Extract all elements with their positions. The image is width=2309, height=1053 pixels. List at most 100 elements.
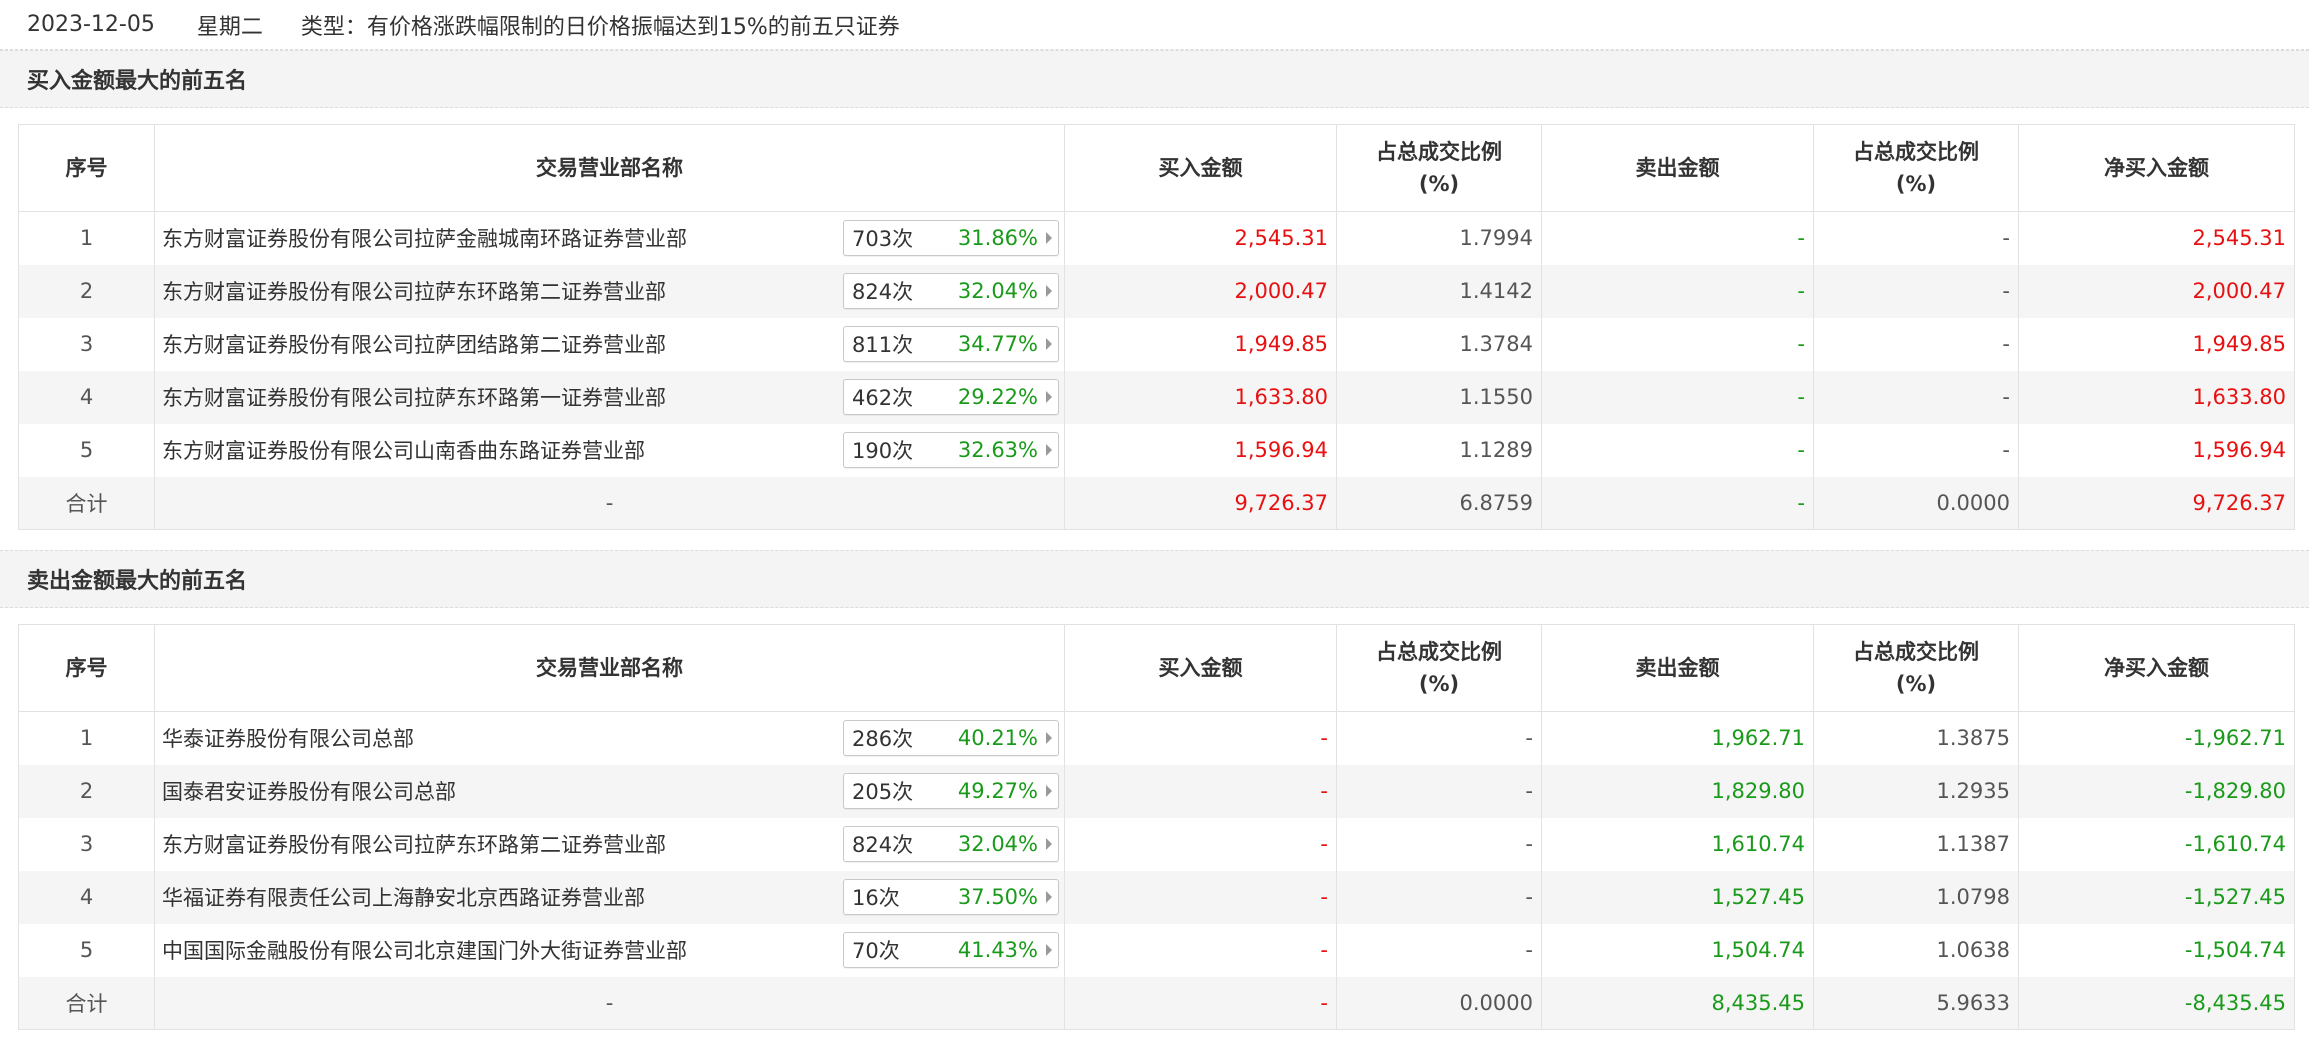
- caret-right-icon: [1046, 338, 1052, 350]
- sell-amount: 1,610.74: [1541, 817, 1814, 871]
- net-buy-amount: 1,949.85: [2018, 317, 2295, 371]
- buy-table-wrapper: 序号 交易营业部名称 买入金额 占总成交比例 (%) 卖出金额 占总成交比例 (%)…: [0, 108, 2309, 550]
- total-row: 合计 -9,726.37 6.8759-0.0000 9,726.37: [18, 476, 2295, 530]
- branch-win-rate: 49.27%: [957, 779, 1038, 803]
- branch-name-inner: 东方财富证券股份有限公司拉萨东环路第二证券营业部 824次 32.04%: [162, 273, 1059, 309]
- branch-win-rate: 32.04%: [957, 279, 1038, 303]
- total-net-buy: -8,435.45: [2018, 976, 2295, 1030]
- sell-amount: 1,504.74: [1541, 923, 1814, 977]
- sell-top5-table: 序号 交易营业部名称 买入金额 占总成交比例 (%) 卖出金额 占总成交比例 (%)…: [18, 624, 2295, 1030]
- sell-ratio: 1.0798: [1813, 870, 2019, 924]
- branch-name: 东方财富证券股份有限公司拉萨东环路第二证券营业部: [162, 833, 666, 857]
- net-buy-amount: -1,527.45: [2018, 870, 2295, 924]
- branch-stats-button[interactable]: 703次 31.86%: [843, 220, 1059, 257]
- buy-ratio-header-line2: (%): [1418, 172, 1460, 196]
- buy-amount: -: [1064, 870, 1337, 924]
- row-index: 3: [18, 817, 155, 871]
- branch-name: 东方财富证券股份有限公司拉萨东环路第一证券营业部: [162, 386, 666, 410]
- col-header-buy-amount: 买入金额: [1064, 624, 1337, 712]
- branch-win-rate: 40.21%: [957, 726, 1038, 751]
- col-header-index: 序号: [18, 124, 155, 212]
- branch-name: 华泰证券股份有限公司总部: [162, 727, 414, 752]
- net-buy-amount: -1,610.74: [2018, 817, 2295, 871]
- total-sell-amount: 8,435.45: [1541, 976, 1814, 1030]
- branch-stats-button[interactable]: 286次 40.21%: [843, 720, 1059, 757]
- branch-name: 中国国际金融股份有限公司北京建国门外大街证券营业部: [162, 939, 687, 963]
- branch-trade-count: 703次: [852, 227, 914, 252]
- buy-table-body: 1 东方财富证券股份有限公司拉萨金融城南环路证券营业部 703次 31.86% 2,54…: [18, 211, 2295, 530]
- sell-table-wrapper: 序号 交易营业部名称 买入金额 占总成交比例 (%) 卖出金额 占总成交比例 (%)…: [0, 608, 2309, 1050]
- sell-ratio: -: [1813, 423, 2019, 477]
- sell-amount: -: [1541, 264, 1814, 318]
- buy-amount: 1,596.94: [1064, 423, 1337, 477]
- col-header-net-buy: 净买入金额: [2018, 124, 2295, 212]
- branch-trade-count: 824次: [852, 833, 914, 857]
- col-header-buy-amount: 买入金额: [1064, 124, 1337, 212]
- branch-trade-count: 16次: [852, 886, 900, 910]
- branch-stats-button[interactable]: 462次 29.22%: [843, 379, 1059, 415]
- branch-win-rate: 32.04%: [957, 832, 1038, 856]
- total-label: 合计: [18, 976, 155, 1030]
- trade-date: 2023-12-05: [27, 12, 155, 37]
- table-row: 2 国泰君安证券股份有限公司总部 205次 49.27% - -1,829.80 1.293…: [18, 764, 2295, 818]
- sell-ratio: -: [1813, 317, 2019, 371]
- branch-trade-count: 462次: [852, 386, 914, 410]
- buy-ratio: -: [1336, 711, 1542, 765]
- branch-stats-button[interactable]: 824次 32.04%: [843, 273, 1059, 309]
- buy-ratio: 1.7994: [1336, 211, 1542, 265]
- buy-ratio: -: [1336, 764, 1542, 818]
- row-index: 4: [18, 870, 155, 924]
- table-header-row: 序号 交易营业部名称 买入金额 占总成交比例 (%) 卖出金额 占总成交比例 (%)…: [18, 624, 2295, 712]
- sell-amount: 1,829.80: [1541, 764, 1814, 818]
- branch-stats-button[interactable]: 824次 32.04%: [843, 826, 1059, 862]
- sell-amount: 1,527.45: [1541, 870, 1814, 924]
- branch-name-cell: 中国国际金融股份有限公司北京建国门外大街证券营业部 70次 41.43%: [154, 923, 1065, 977]
- branch-name: 东方财富证券股份有限公司拉萨金融城南环路证券营业部: [162, 227, 687, 252]
- branch-trade-count: 824次: [852, 280, 914, 304]
- buy-ratio: -: [1336, 817, 1542, 871]
- sell-ratio-header-line2: (%): [1895, 172, 1937, 196]
- branch-stats-button[interactable]: 190次 32.63%: [843, 432, 1059, 468]
- branch-stats-button[interactable]: 16次 37.50%: [843, 879, 1059, 915]
- buy-ratio-header-line2: (%): [1418, 672, 1460, 696]
- branch-name-inner: 东方财富证券股份有限公司山南香曲东路证券营业部 190次 32.63%: [162, 432, 1059, 468]
- sell-amount: -: [1541, 370, 1814, 424]
- sell-ratio: 1.0638: [1813, 923, 2019, 977]
- branch-name-cell: 东方财富证券股份有限公司拉萨东环路第一证券营业部 462次 29.22%: [154, 370, 1065, 424]
- col-header-sell-ratio: 占总成交比例 (%): [1813, 624, 2019, 712]
- table-row: 3 东方财富证券股份有限公司拉萨东环路第二证券营业部 824次 32.04% - -1,6…: [18, 817, 2295, 871]
- branch-stats-button[interactable]: 811次 34.77%: [843, 326, 1059, 362]
- branch-name: 东方财富证券股份有限公司山南香曲东路证券营业部: [162, 439, 645, 463]
- branch-name-cell: 东方财富证券股份有限公司拉萨团结路第二证券营业部 811次 34.77%: [154, 317, 1065, 371]
- buy-amount: -: [1064, 711, 1337, 765]
- table-row: 1 华泰证券股份有限公司总部 286次 40.21% - -1,962.71 1.3875-…: [18, 711, 2295, 765]
- col-header-net-buy: 净买入金额: [2018, 624, 2295, 712]
- branch-name-inner: 华福证券有限责任公司上海静安北京西路证券营业部 16次 37.50%: [162, 879, 1059, 915]
- buy-amount: 2,000.47: [1064, 264, 1337, 318]
- sell-ratio-header-line2: (%): [1895, 672, 1937, 696]
- sell-amount: -: [1541, 317, 1814, 371]
- branch-name: 东方财富证券股份有限公司拉萨东环路第二证券营业部: [162, 280, 666, 304]
- branch-name-cell: 华泰证券股份有限公司总部 286次 40.21%: [154, 711, 1065, 765]
- caret-right-icon: [1046, 444, 1052, 456]
- total-buy-ratio: 0.0000: [1336, 976, 1542, 1030]
- total-sell-ratio: 0.0000: [1813, 476, 2019, 530]
- sell-amount: -: [1541, 211, 1814, 265]
- net-buy-amount: 2,000.47: [2018, 264, 2295, 318]
- branch-name-inner: 东方财富证券股份有限公司拉萨团结路第二证券营业部 811次 34.77%: [162, 326, 1059, 362]
- row-index: 3: [18, 317, 155, 371]
- net-buy-amount: 1,596.94: [2018, 423, 2295, 477]
- branch-stats-button[interactable]: 205次 49.27%: [843, 773, 1059, 809]
- buy-ratio: 1.3784: [1336, 317, 1542, 371]
- buy-ratio: -: [1336, 870, 1542, 924]
- buy-amount: 2,545.31: [1064, 211, 1337, 265]
- top-info-bar: 2023-12-05 星期二 类型：有价格涨跌幅限制的日价格振幅达到15%的前五…: [0, 0, 2309, 50]
- branch-win-rate: 31.86%: [957, 226, 1038, 251]
- total-buy-ratio: 6.8759: [1336, 476, 1542, 530]
- buy-ratio-header-line1: 占总成交比例: [1376, 140, 1502, 164]
- total-branch-name: -: [154, 976, 1065, 1030]
- col-header-buy-ratio: 占总成交比例 (%): [1336, 124, 1542, 212]
- col-header-sell-ratio: 占总成交比例 (%): [1813, 124, 2019, 212]
- branch-trade-count: 811次: [852, 333, 914, 357]
- branch-stats-button[interactable]: 70次 41.43%: [843, 932, 1059, 968]
